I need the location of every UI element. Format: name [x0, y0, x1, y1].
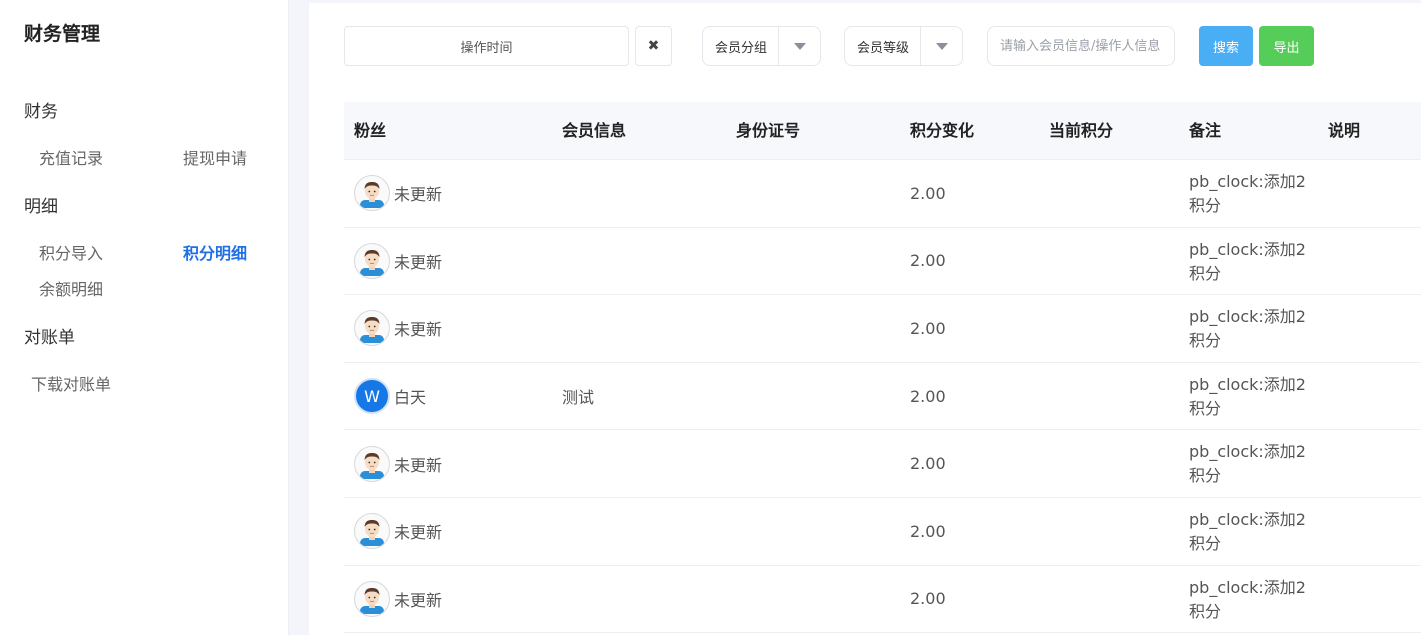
member-group-label: 会员分组 — [715, 40, 768, 56]
table-row: 未更新 2.00 pb_clock:添加2积分 — [344, 295, 1421, 363]
note-cell: pb_clock:添加2积分 — [1189, 172, 1306, 215]
table-header: 粉丝 会员信息 身份证号 积分变化 当前积分 备注 说明 — [344, 102, 1421, 160]
note-cell: pb_clock:添加2积分 — [1189, 509, 1306, 553]
default-avatar-icon — [354, 175, 390, 212]
member-level-select[interactable]: 会员等级 — [844, 26, 963, 66]
fan-cell: 未更新 — [354, 228, 442, 295]
column-header-member-info: 会员信息 — [562, 121, 627, 140]
sidebar-group-details: 明细 — [24, 197, 58, 217]
column-header-id-card: 身份证号 — [736, 121, 801, 140]
export-button[interactable]: 导出 — [1259, 26, 1314, 66]
fan-cell: W 白天 — [354, 363, 426, 430]
note-cell: pb_clock:添加2积分 — [1189, 442, 1306, 486]
member-level-dropdown-toggle[interactable] — [920, 27, 962, 65]
default-avatar-icon — [354, 580, 390, 617]
default-avatar-icon — [354, 310, 390, 347]
fan-cell: 未更新 — [354, 160, 442, 227]
fan-name: 未更新 — [394, 523, 443, 543]
points-change-cell: 2.00 — [910, 318, 946, 338]
member-group-select[interactable]: 会员分组 — [702, 26, 821, 66]
points-change-cell: 2.00 — [910, 589, 946, 609]
table-row: 未更新 2.00 pb_clock:添加2积分 — [344, 498, 1421, 566]
sidebar-group-finance: 财务 — [24, 102, 58, 122]
sidebar-item-withdraw-requests[interactable]: 提现申请 — [183, 145, 247, 169]
search-input[interactable] — [987, 26, 1175, 66]
sidebar-item-points-details[interactable]: 积分明细 — [183, 240, 247, 264]
clear-date-button[interactable]: ✖ — [635, 26, 672, 66]
sidebar-item-points-import[interactable]: 积分导入 — [39, 240, 103, 264]
default-avatar-icon — [354, 445, 390, 482]
points-change-cell: 2.00 — [910, 251, 946, 271]
sidebar-item-recharge-records[interactable]: 充值记录 — [39, 145, 103, 169]
date-range-input[interactable]: 操作时间 — [344, 26, 629, 66]
column-header-description: 说明 — [1328, 121, 1361, 140]
note-cell: pb_clock:添加2积分 — [1189, 577, 1306, 621]
sidebar-item-balance-details[interactable]: 余额明细 — [39, 276, 103, 300]
note-cell: pb_clock:添加2积分 — [1189, 307, 1306, 351]
sidebar-item-download-statement[interactable]: 下载对账单 — [31, 371, 111, 395]
fan-cell: 未更新 — [354, 566, 442, 633]
points-change-cell: 2.00 — [910, 454, 946, 474]
sidebar-title: 财务管理 — [24, 23, 101, 45]
note-cell: pb_clock:添加2积分 — [1189, 374, 1306, 418]
column-header-points-change: 积分变化 — [910, 121, 975, 140]
fan-cell: 未更新 — [354, 295, 442, 362]
note-cell: pb_clock:添加2积分 — [1189, 239, 1306, 283]
points-detail-table: 粉丝 会员信息 身份证号 积分变化 当前积分 备注 说明 未更新 2.00 pb… — [344, 102, 1421, 634]
fan-name: 未更新 — [394, 252, 443, 272]
fan-name: 白天 — [394, 388, 427, 408]
chevron-down-icon — [793, 42, 806, 50]
fan-name: 未更新 — [394, 455, 443, 475]
search-button[interactable]: 搜索 — [1199, 26, 1253, 66]
letter-avatar-icon: W — [354, 378, 390, 415]
member-group-dropdown-toggle[interactable] — [778, 27, 820, 65]
default-avatar-icon — [354, 242, 390, 279]
close-icon: ✖ — [647, 38, 660, 54]
sidebar-group-statements: 对账单 — [24, 328, 75, 348]
table-row: 未更新 2.00 pb_clock:添加2积分 — [344, 160, 1421, 228]
table-row: 未更新 2.00 pb_clock:添加2积分 — [344, 430, 1421, 498]
column-header-current-points: 当前积分 — [1049, 121, 1114, 140]
date-range-placeholder: 操作时间 — [460, 40, 513, 56]
table-body: 未更新 2.00 pb_clock:添加2积分 未更新 2.00 pb_cloc… — [344, 160, 1421, 634]
fan-cell: 未更新 — [354, 430, 442, 497]
main-content: 操作时间 ✖ 会员分组 会员等级 搜索 导出 粉丝 会员信息 身份证号 积分变化… — [309, 3, 1421, 635]
chevron-down-icon — [935, 42, 948, 50]
fan-name: 未更新 — [394, 320, 443, 340]
column-header-fan: 粉丝 — [354, 121, 387, 140]
default-avatar-icon — [354, 513, 390, 550]
table-row: 未更新 2.00 pb_clock:添加2积分 — [344, 566, 1421, 634]
column-header-note: 备注 — [1189, 121, 1222, 140]
points-change-cell: 2.00 — [910, 521, 946, 541]
points-change-cell: 2.00 — [910, 183, 946, 203]
fan-name: 未更新 — [394, 185, 443, 205]
sidebar: 财务管理 财务 充值记录 提现申请 明细 积分导入 积分明细 余额明细 对账单 … — [0, 0, 289, 635]
fan-name: 未更新 — [394, 590, 443, 610]
points-change-cell: 2.00 — [910, 386, 946, 406]
member-level-label: 会员等级 — [857, 40, 910, 56]
table-row: 未更新 2.00 pb_clock:添加2积分 — [344, 228, 1421, 296]
fan-cell: 未更新 — [354, 498, 442, 565]
table-row: W 白天 测试 2.00 pb_clock:添加2积分 — [344, 363, 1421, 431]
member-info-cell: 测试 — [562, 388, 595, 408]
